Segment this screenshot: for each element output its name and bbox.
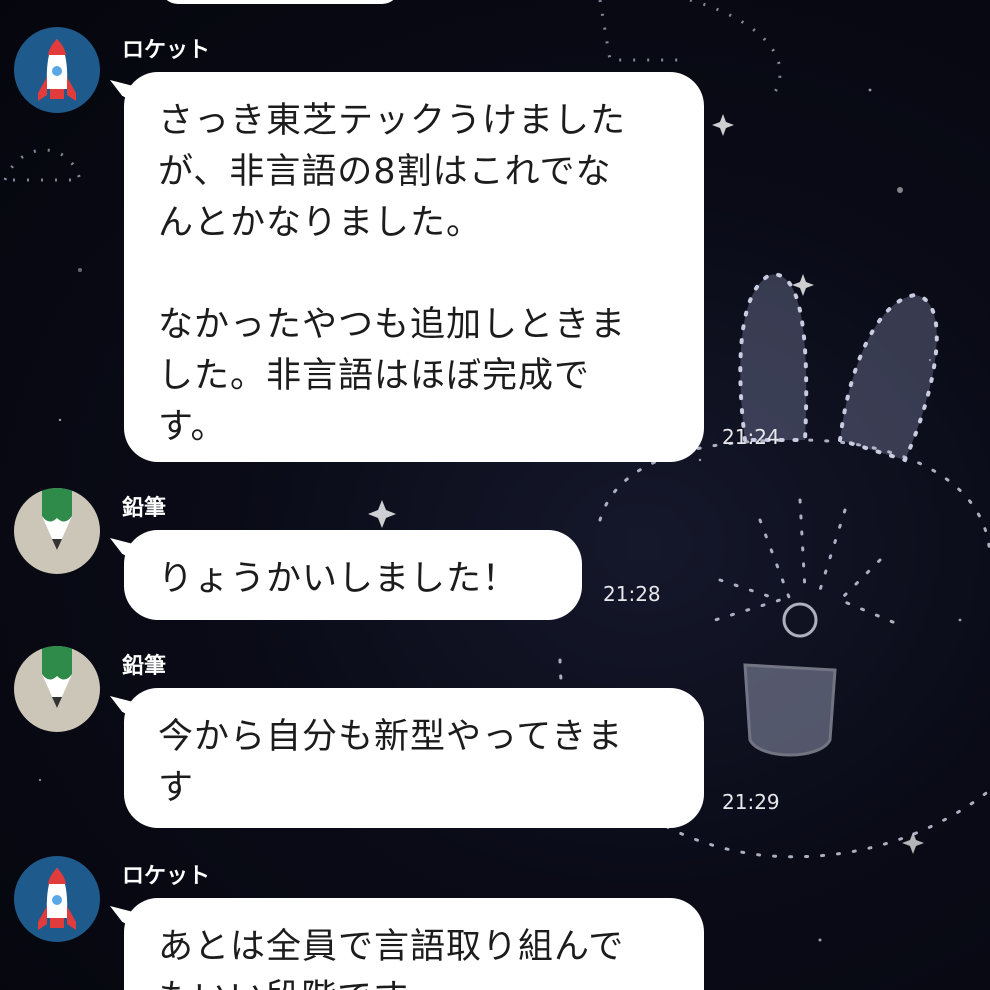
rocket-avatar[interactable] xyxy=(14,856,100,942)
pencil-icon xyxy=(42,488,72,550)
sender-name: ロケット xyxy=(122,864,211,889)
rocket-icon xyxy=(38,39,76,101)
pencil-avatar[interactable] xyxy=(14,488,100,574)
message-bubble[interactable]: あとは全員で言語取り組んで もいい段階です xyxy=(124,898,704,990)
chat-screen: ロケット さっき東芝テックうけました が、非言語の8割はこれでな んとかなりまし… xyxy=(0,0,990,990)
message-bubble[interactable]: 今から自分も新型やってきま す xyxy=(124,688,704,828)
message-bubble[interactable]: さっき東芝テックうけました が、非言語の8割はこれでな んとかなりました。 なか… xyxy=(124,72,704,462)
rocket-icon xyxy=(38,868,76,930)
sender-name: 鉛筆 xyxy=(122,654,167,679)
message-timestamp: 21:29 xyxy=(722,790,780,814)
message-bubble[interactable]: りょうかいしました！ xyxy=(124,530,582,620)
sender-name: ロケット xyxy=(122,38,211,63)
message-timestamp: 21:28 xyxy=(603,582,661,606)
pencil-icon xyxy=(42,646,72,708)
previous-message-bubble xyxy=(160,0,400,4)
pencil-avatar[interactable] xyxy=(14,646,100,732)
message-timestamp: 21:24 xyxy=(722,425,780,449)
sender-name: 鉛筆 xyxy=(122,496,167,521)
rocket-avatar[interactable] xyxy=(14,27,100,113)
